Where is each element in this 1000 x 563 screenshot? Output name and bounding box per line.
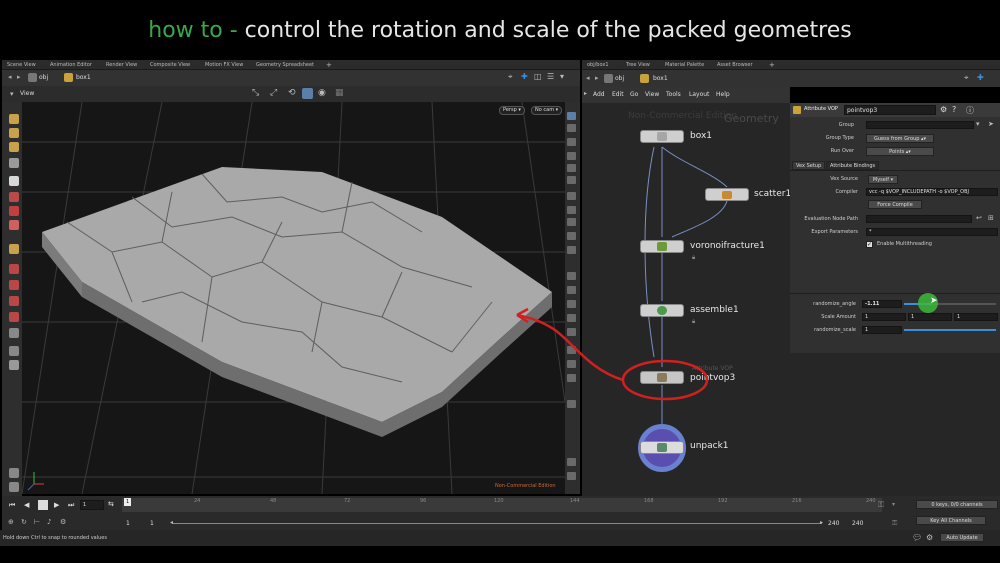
range-icon[interactable]: ⊢: [34, 518, 40, 526]
range-start-2[interactable]: 1: [150, 520, 154, 527]
audio-icon[interactable]: ♪: [47, 518, 51, 526]
jump-end-icon[interactable]: ⏭: [68, 501, 74, 510]
step-back-icon[interactable]: ◀: [24, 501, 29, 509]
play-icon[interactable]: ▶: [54, 501, 59, 509]
tick-label: 48: [270, 498, 277, 504]
tick-label: 240: [866, 498, 876, 504]
range-start[interactable]: 1: [126, 520, 130, 527]
realtime-icon[interactable]: ⊕: [8, 518, 14, 526]
tick-label: 216: [792, 498, 802, 504]
range-slider[interactable]: [172, 523, 822, 524]
range-right-handle-icon[interactable]: ▸: [820, 519, 823, 526]
annotation-layer: [516, 307, 709, 401]
stop-icon[interactable]: [38, 500, 48, 510]
tick-label: 192: [718, 498, 728, 504]
current-frame-field[interactable]: 1: [80, 500, 104, 510]
timeline-bar: ⏮ ◀ ▶ ⏭ 1 ⇆ 1 24 48 72 96 120 144 168 19…: [2, 496, 1000, 530]
key-dropdown-icon[interactable]: ▾: [892, 501, 895, 508]
tick-label: 120: [494, 498, 504, 504]
key-all-icon[interactable]: ⚿: [892, 519, 897, 528]
settings-icon[interactable]: ⚙: [60, 518, 66, 526]
annotation-arrow: [516, 313, 624, 382]
chat-icon[interactable]: 💬︎: [912, 533, 922, 542]
timeline-ruler[interactable]: 1 24 48 72 96 120 144 168 192 216 240 1: [122, 498, 882, 512]
range-end[interactable]: 240: [828, 520, 839, 527]
tick-label: 144: [570, 498, 580, 504]
tick-label: 168: [644, 498, 654, 504]
status-bar: Hold down Ctrl to snap to rounded values…: [0, 530, 1000, 546]
status-hint: Hold down Ctrl to snap to rounded values: [3, 535, 107, 541]
tick-label: 72: [344, 498, 351, 504]
loop-icon[interactable]: ↻: [21, 518, 27, 526]
frame-step-icon[interactable]: ⇆: [108, 500, 114, 508]
tick-label: 24: [194, 498, 201, 504]
range-end-2[interactable]: 240: [852, 520, 863, 527]
annotation-circle: [621, 359, 709, 401]
jump-start-icon[interactable]: ⏮: [9, 501, 15, 510]
cook-icon[interactable]: ⚙: [926, 533, 933, 542]
auto-update-button[interactable]: Auto Update: [940, 533, 984, 542]
screen: how to - control the rotation and scale …: [0, 0, 1000, 563]
range-left-handle-icon[interactable]: ◂: [170, 519, 173, 526]
tick-label: 96: [420, 498, 427, 504]
current-frame-marker[interactable]: 1: [124, 498, 132, 506]
key-all-channels-button[interactable]: Key All Channels: [916, 516, 986, 525]
keys-info: 0 keys, 0/0 channels: [916, 500, 998, 509]
key-icon[interactable]: ⚿: [878, 500, 884, 510]
